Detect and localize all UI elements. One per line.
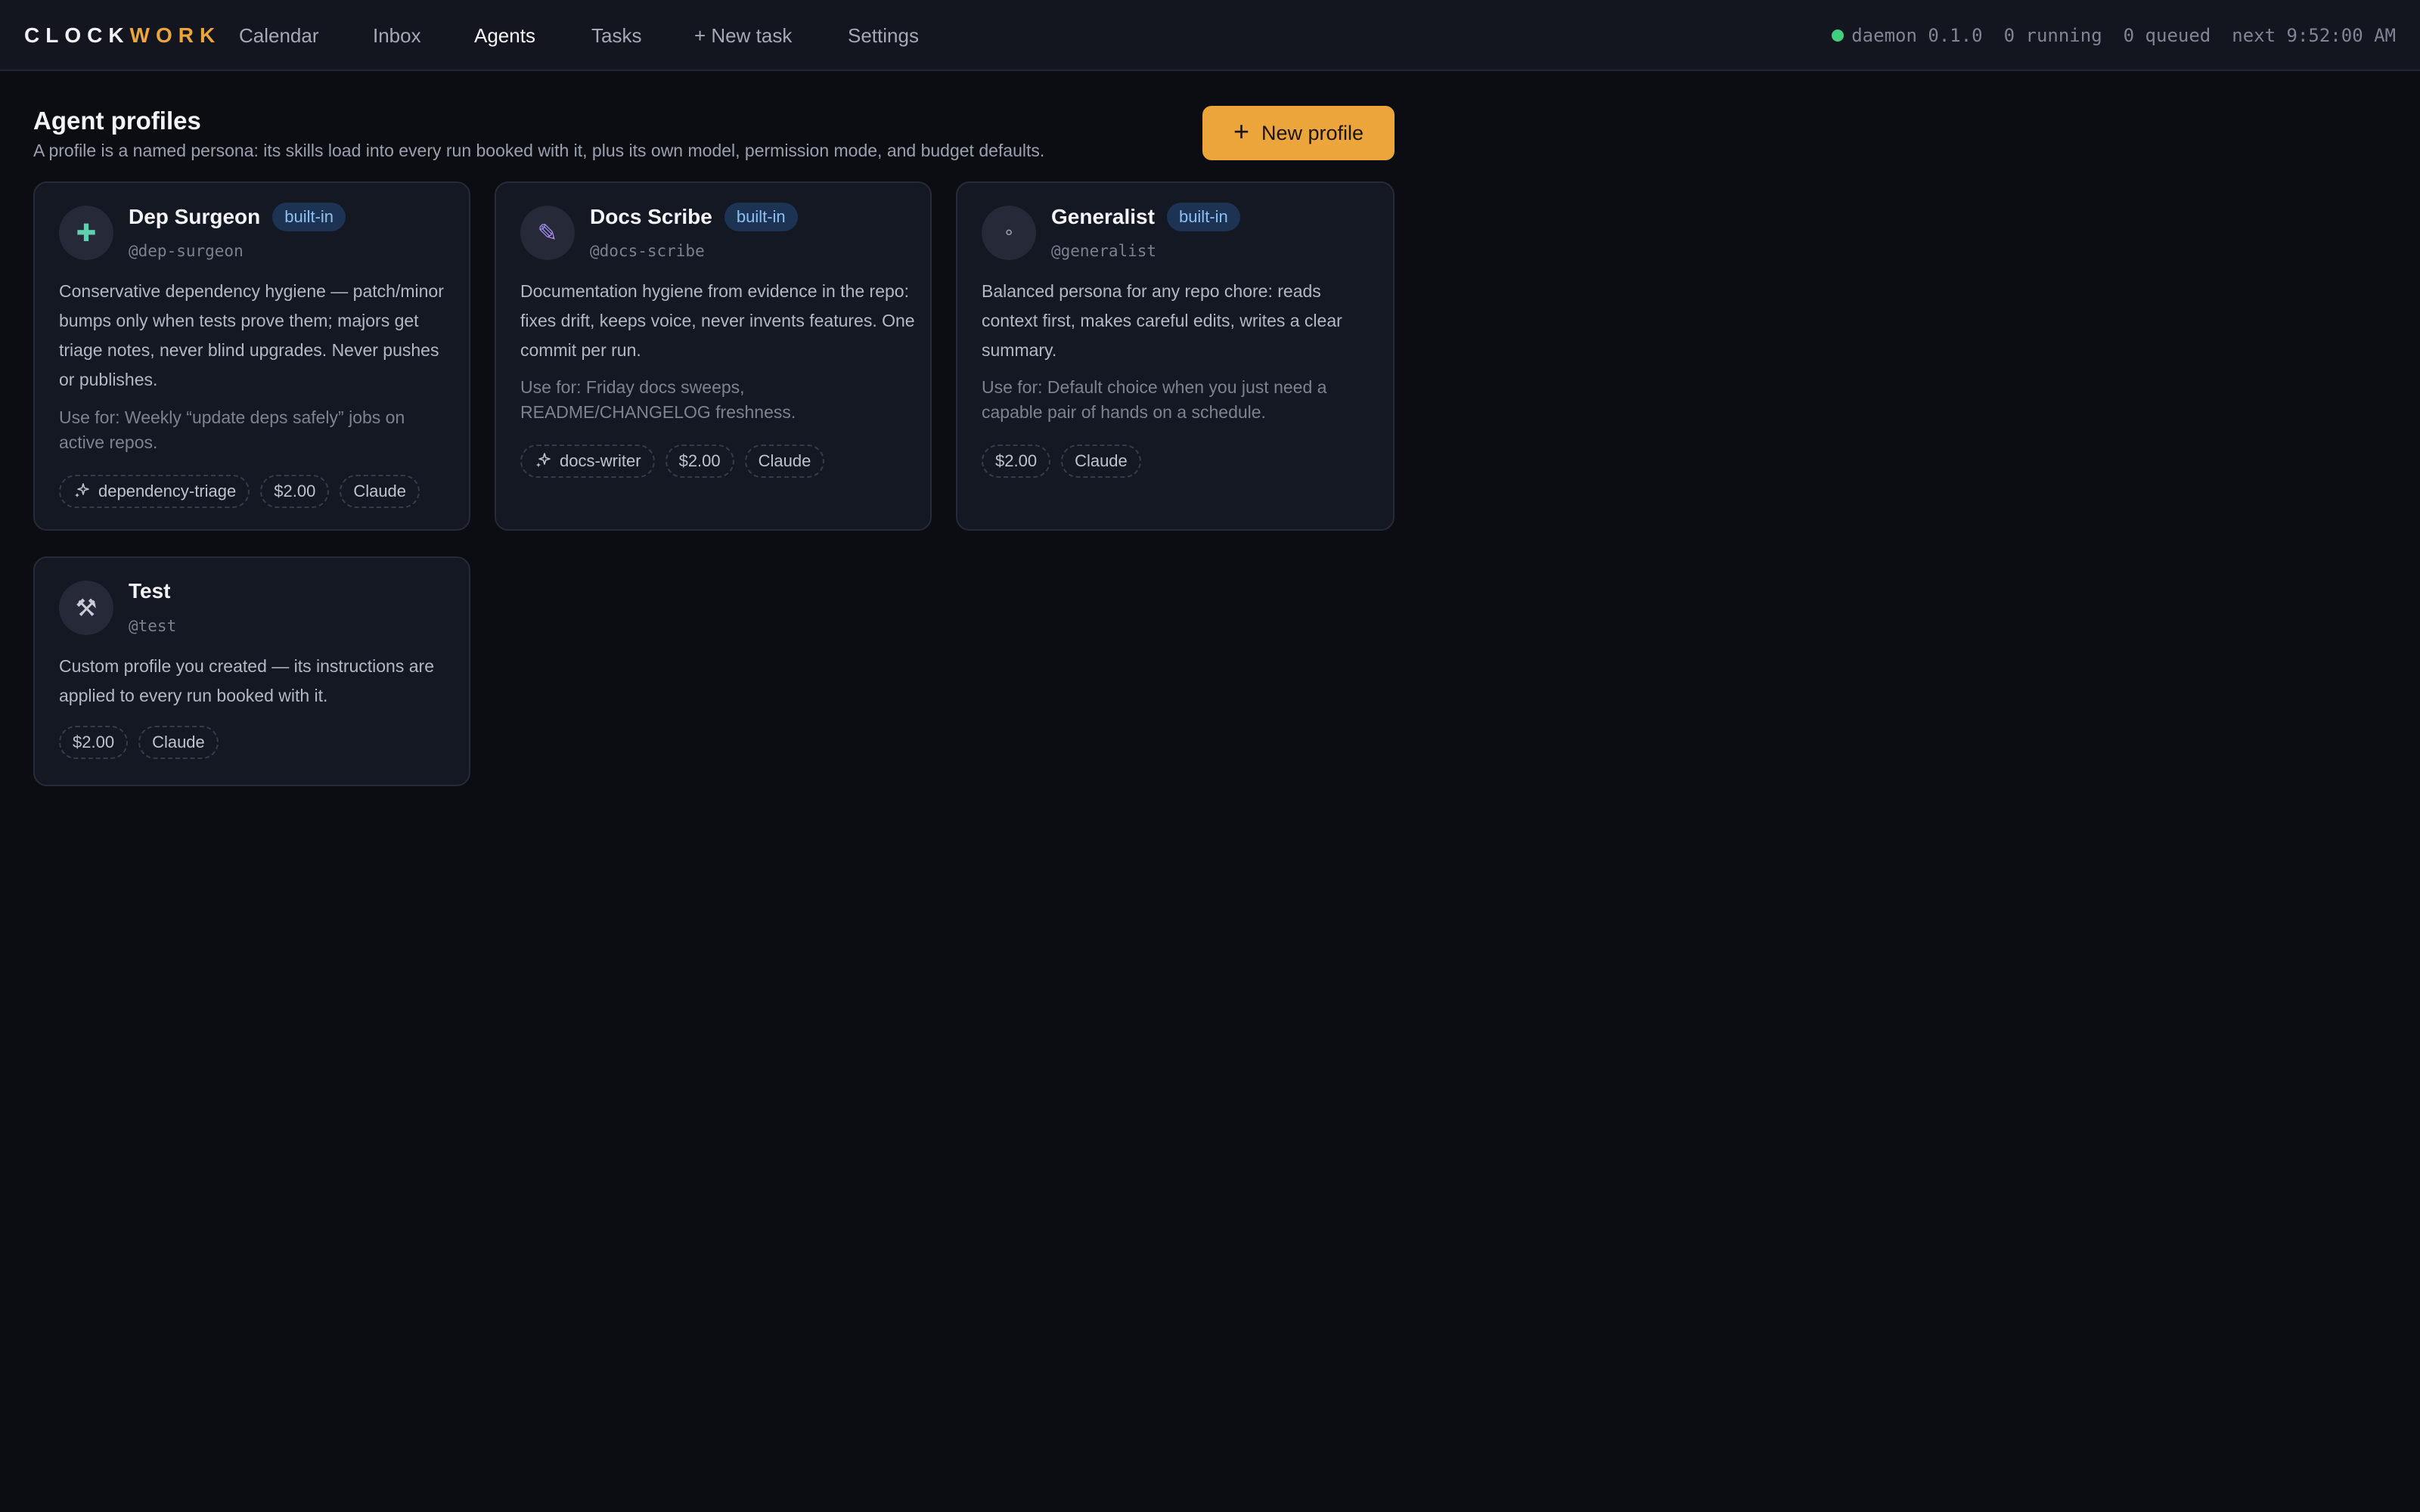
new-profile-button[interactable]: + New profile	[1202, 106, 1395, 160]
profile-card-docs-scribe[interactable]: ✎ Docs Scribe built-in @docs-scribe Docu…	[495, 181, 932, 531]
profile-card-test[interactable]: ⚒ Test @test Custom profile you created …	[33, 556, 470, 786]
card-header: Test	[129, 578, 171, 605]
skill-chip: docs-writer	[520, 445, 655, 478]
budget-chip: $2.00	[59, 726, 129, 759]
profile-chips: dependency-triage $2.00 Claude	[59, 475, 430, 508]
next-run-time: next 9:52:00 AM	[2232, 25, 2396, 46]
page-subtitle: A profile is a named persona: its skills…	[33, 141, 1045, 160]
profile-chips: $2.00 Claude	[59, 726, 229, 759]
status-dot-icon	[1832, 29, 1844, 42]
brand-logo[interactable]: CLOCKWORK	[24, 23, 221, 48]
profile-chips: $2.00 Claude	[982, 445, 1152, 478]
new-profile-label: New profile	[1261, 121, 1364, 144]
avatar-glyph: ∘	[1003, 222, 1015, 243]
profile-description: Balanced persona for any repo chore: rea…	[982, 281, 1342, 360]
brand-part-2: WORK	[129, 23, 222, 47]
model-chip: Claude	[340, 475, 420, 508]
medical-cross-icon: ✚	[59, 206, 113, 260]
nav-new-task[interactable]: + New task	[694, 23, 792, 48]
profile-description: Documentation hygiene from evidence in t…	[520, 281, 915, 360]
profile-handle: @test	[129, 617, 177, 635]
card-header: Dep Surgeon built-in	[129, 203, 346, 231]
profile-name: Test	[129, 579, 171, 603]
pencil-icon: ✎	[520, 206, 575, 260]
running-count: 0 running	[2003, 25, 2102, 46]
skill-label: dependency-triage	[98, 482, 237, 500]
avatar-glyph: ✎	[537, 219, 558, 246]
sparkle-icon	[75, 483, 89, 497]
hammer-wrench-icon: ⚒	[59, 581, 113, 635]
daemon-status: daemon 0.1.0 0 running 0 queued next 9:5…	[1832, 23, 2396, 48]
profile-card-generalist[interactable]: ∘ Generalist built-in @generalist Balanc…	[956, 181, 1395, 531]
brand-part-1: CLOCK	[24, 23, 130, 47]
profile-use-for: Use for: Default choice when you just ne…	[982, 377, 1327, 422]
avatar-glyph: ✚	[76, 219, 97, 246]
profile-name: Docs Scribe	[590, 205, 712, 228]
profile-name: Generalist	[1051, 205, 1155, 228]
plus-icon: +	[1233, 116, 1249, 147]
profile-use-for: Use for: Weekly “update deps safely” job…	[59, 407, 405, 452]
nav-calendar[interactable]: Calendar	[239, 23, 319, 48]
budget-chip: $2.00	[260, 475, 330, 508]
built-in-badge: built-in	[272, 203, 346, 231]
profile-handle: @docs-scribe	[590, 242, 705, 260]
card-header: Docs Scribe built-in	[590, 203, 798, 231]
profile-card-dep-surgeon[interactable]: ✚ Dep Surgeon built-in @dep-surgeon Cons…	[33, 181, 470, 531]
nav-inbox[interactable]: Inbox	[373, 23, 421, 48]
profile-description: Conservative dependency hygiene — patch/…	[59, 281, 444, 389]
model-chip: Claude	[744, 445, 825, 478]
built-in-badge: built-in	[1166, 203, 1240, 231]
budget-chip: $2.00	[665, 445, 734, 478]
page-title: Agent profiles	[33, 107, 201, 135]
nav-tasks[interactable]: Tasks	[591, 23, 641, 48]
daemon-version: daemon 0.1.0	[1851, 25, 1983, 46]
sparkle-icon	[536, 453, 551, 467]
nav-agents[interactable]: Agents	[474, 23, 535, 48]
dot-icon: ∘	[982, 206, 1036, 260]
budget-chip: $2.00	[982, 445, 1051, 478]
card-header: Generalist built-in	[1051, 203, 1240, 231]
top-bar: CLOCKWORK Calendar Inbox Agents Tasks + …	[0, 0, 2420, 71]
profile-handle: @generalist	[1051, 242, 1157, 260]
avatar-glyph: ⚒	[75, 594, 98, 621]
profile-use-for: Use for: Friday docs sweeps, README/CHAN…	[520, 377, 796, 422]
profile-chips: docs-writer $2.00 Claude	[520, 445, 835, 478]
nav-settings[interactable]: Settings	[848, 23, 919, 48]
model-chip: Claude	[138, 726, 219, 759]
skill-chip: dependency-triage	[59, 475, 250, 508]
profile-description: Custom profile you created — its instruc…	[59, 656, 434, 705]
queued-count: 0 queued	[2123, 25, 2211, 46]
built-in-badge: built-in	[724, 203, 798, 231]
skill-label: docs-writer	[560, 451, 641, 470]
profile-handle: @dep-surgeon	[129, 242, 244, 260]
profile-name: Dep Surgeon	[129, 205, 261, 228]
model-chip: Claude	[1061, 445, 1141, 478]
